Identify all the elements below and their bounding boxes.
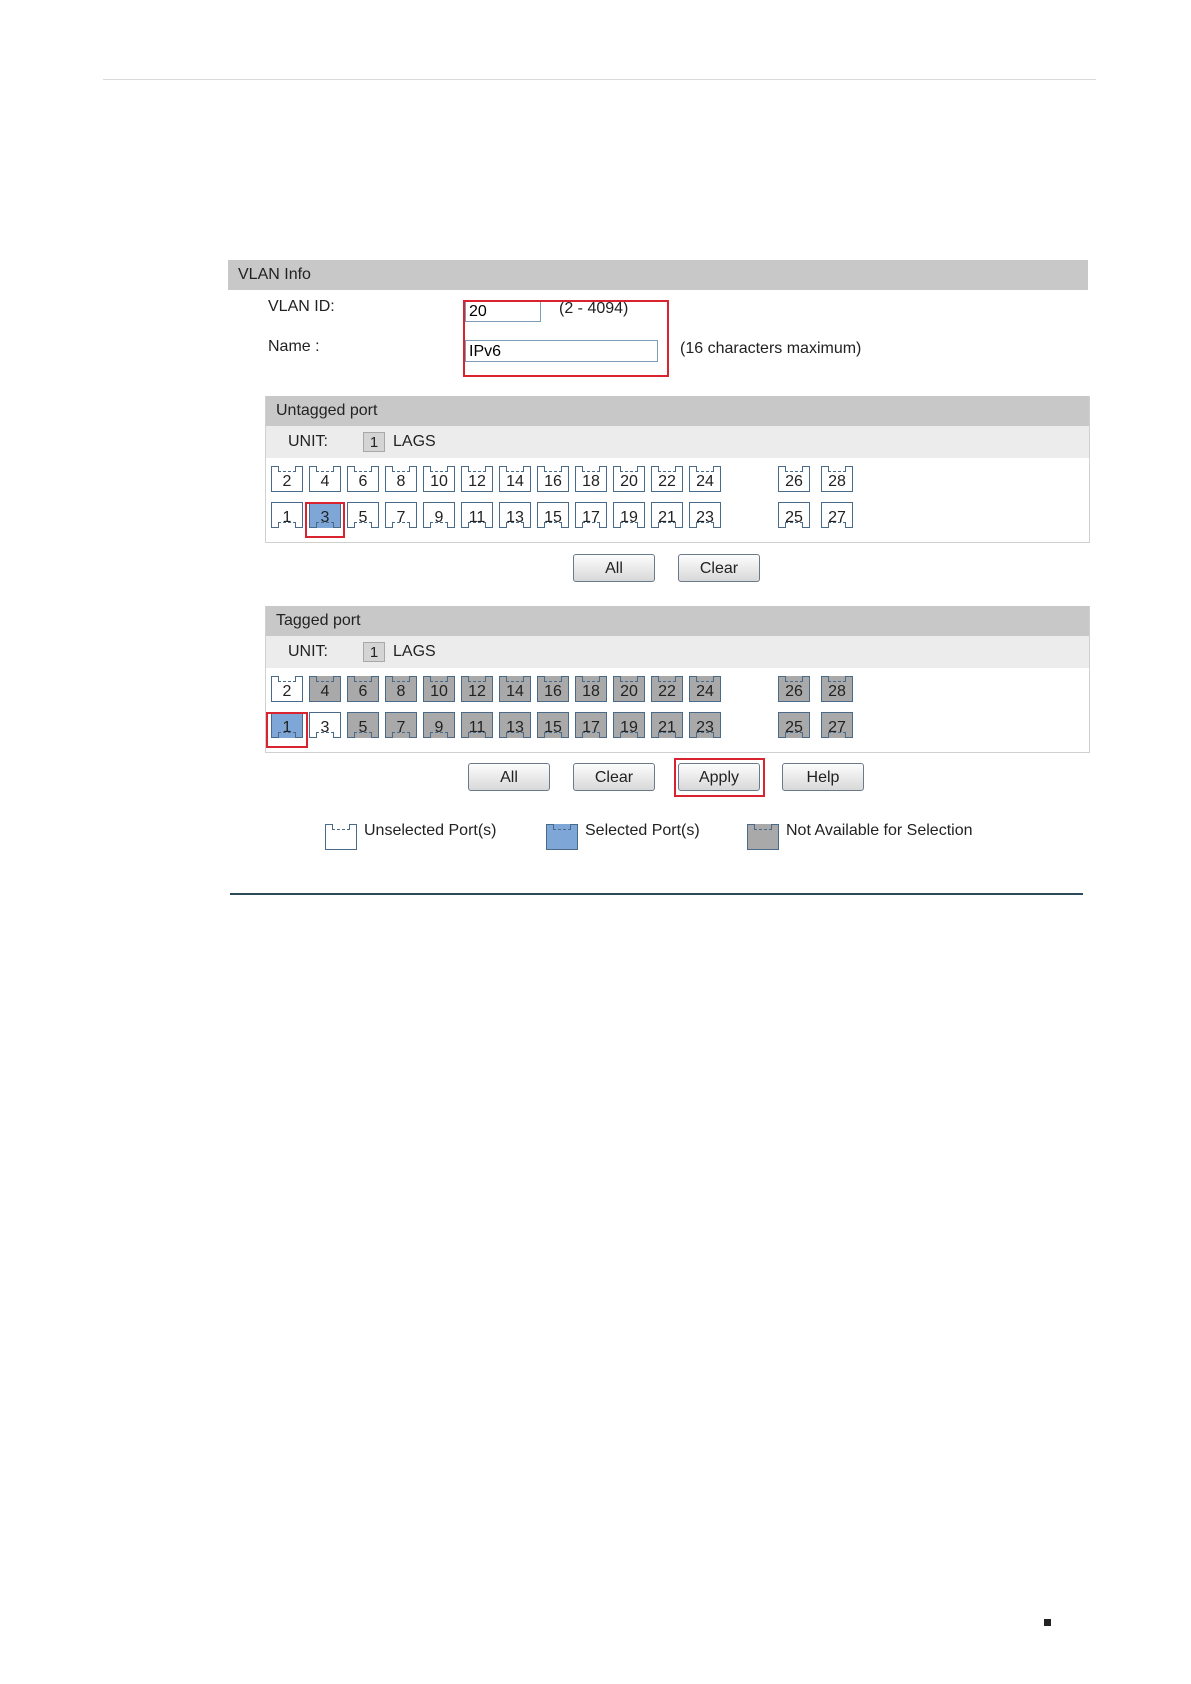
bottom-divider — [230, 893, 1083, 895]
untagged-port-20[interactable]: 20 — [613, 466, 645, 492]
untagged-port-18[interactable]: 18 — [575, 466, 607, 492]
tagged-port-13: 13 — [499, 712, 531, 738]
untagged-port-4[interactable]: 4 — [309, 466, 341, 492]
untagged-clear-button[interactable]: Clear — [678, 554, 760, 582]
name-label: Name : — [268, 338, 320, 355]
untagged-port-16[interactable]: 16 — [537, 466, 569, 492]
tagged-port-5: 5 — [347, 712, 379, 738]
untagged-port-7[interactable]: 7 — [385, 502, 417, 528]
unit-label: UNIT: — [288, 643, 328, 660]
untagged-port-panel: Untagged port UNIT: 1 LAGS 2 4 6 8 10 12 14 16 1… — [265, 396, 1090, 543]
untagged-port-5[interactable]: 5 — [347, 502, 379, 528]
tagged-port-4: 4 — [309, 676, 341, 702]
tagged-port-11: 11 — [461, 712, 493, 738]
legend-unavailable-label: Not Available for Selection — [786, 822, 973, 839]
tagged-unit-row: UNIT: 1 LAGS — [266, 636, 1089, 668]
unit-button[interactable]: 1 — [363, 432, 385, 452]
tagged-port-2[interactable]: 2 — [271, 676, 303, 702]
tagged-port-8: 8 — [385, 676, 417, 702]
legend-unselected-label: Unselected Port(s) — [364, 822, 497, 839]
untagged-port-13[interactable]: 13 — [499, 502, 531, 528]
tagged-port-21: 21 — [651, 712, 683, 738]
tagged-port-20: 20 — [613, 676, 645, 702]
untagged-port-6[interactable]: 6 — [347, 466, 379, 492]
tagged-port-16: 16 — [537, 676, 569, 702]
tagged-port-header: Tagged port — [266, 606, 1089, 636]
top-divider — [103, 79, 1096, 80]
untagged-port-15[interactable]: 15 — [537, 502, 569, 528]
untagged-port-14[interactable]: 14 — [499, 466, 531, 492]
tagged-port-panel: Tagged port UNIT: 1 LAGS 2 4 6 8 10 12 14 16 18 2… — [265, 606, 1090, 753]
page-marker — [1044, 1619, 1051, 1626]
vlan-fields-highlight — [463, 300, 669, 377]
untagged-unit-row: UNIT: 1 LAGS — [266, 426, 1089, 458]
tagged-port-14: 14 — [499, 676, 531, 702]
untagged-port-8[interactable]: 8 — [385, 466, 417, 492]
untagged-port-23[interactable]: 23 — [689, 502, 721, 528]
lags-link[interactable]: LAGS — [393, 636, 436, 668]
untagged-port-header: Untagged port — [266, 396, 1089, 426]
tagged-port-10: 10 — [423, 676, 455, 702]
tagged-port-28: 28 — [821, 676, 853, 702]
untagged-port-27[interactable]: 27 — [821, 502, 853, 528]
help-button[interactable]: Help — [782, 763, 864, 791]
tagged-port-27: 27 — [821, 712, 853, 738]
unselected-port-icon — [325, 824, 357, 850]
tagged-port-7: 7 — [385, 712, 417, 738]
tagged-port-25: 25 — [778, 712, 810, 738]
untagged-port-2[interactable]: 2 — [271, 466, 303, 492]
tagged-port-23: 23 — [689, 712, 721, 738]
untagged-port-1[interactable]: 1 — [271, 502, 303, 528]
untagged-port-grid: 2 4 6 8 10 12 14 16 18 20 22 24 26 28 1 3 5 7 9 11 13 15 17 19 2… — [266, 458, 1089, 542]
untagged-port-17[interactable]: 17 — [575, 502, 607, 528]
tagged-clear-button[interactable]: Clear — [573, 763, 655, 791]
name-max-hint: (16 characters maximum) — [680, 340, 862, 357]
tagged-port-19: 19 — [613, 712, 645, 738]
lags-link[interactable]: LAGS — [393, 426, 436, 458]
untagged-port-28[interactable]: 28 — [821, 466, 853, 492]
tagged-port-17: 17 — [575, 712, 607, 738]
tagged-port-12: 12 — [461, 676, 493, 702]
tagged-port-26: 26 — [778, 676, 810, 702]
tagged-port-18: 18 — [575, 676, 607, 702]
untagged-port-25[interactable]: 25 — [778, 502, 810, 528]
untagged-port-26[interactable]: 26 — [778, 466, 810, 492]
tagged-port-9: 9 — [423, 712, 455, 738]
apply-button-highlight — [674, 758, 765, 797]
tagged-port-6: 6 — [347, 676, 379, 702]
unavailable-port-icon — [747, 824, 779, 850]
selected-port-icon — [546, 824, 578, 850]
unit-label: UNIT: — [288, 433, 328, 450]
tagged-port-24: 24 — [689, 676, 721, 702]
untagged-port-9[interactable]: 9 — [423, 502, 455, 528]
tagged-port-15: 15 — [537, 712, 569, 738]
unit-button[interactable]: 1 — [363, 642, 385, 662]
tagged-port-highlight — [266, 712, 308, 748]
untagged-port-12[interactable]: 12 — [461, 466, 493, 492]
tagged-all-button[interactable]: All — [468, 763, 550, 791]
untagged-port-10[interactable]: 10 — [423, 466, 455, 492]
untagged-port-22[interactable]: 22 — [651, 466, 683, 492]
untagged-port-24[interactable]: 24 — [689, 466, 721, 492]
legend-selected-label: Selected Port(s) — [585, 822, 700, 839]
tagged-port-3[interactable]: 3 — [309, 712, 341, 738]
untagged-port-highlight — [305, 502, 345, 538]
vlan-info-header: VLAN Info — [228, 260, 1088, 290]
untagged-port-11[interactable]: 11 — [461, 502, 493, 528]
tagged-port-grid: 2 4 6 8 10 12 14 16 18 20 22 24 26 28 1 3 5 7 9 11 13 15 17 19 2… — [266, 668, 1089, 752]
untagged-all-button[interactable]: All — [573, 554, 655, 582]
untagged-port-21[interactable]: 21 — [651, 502, 683, 528]
vlan-id-label: VLAN ID: — [268, 298, 335, 315]
tagged-port-22: 22 — [651, 676, 683, 702]
untagged-port-19[interactable]: 19 — [613, 502, 645, 528]
